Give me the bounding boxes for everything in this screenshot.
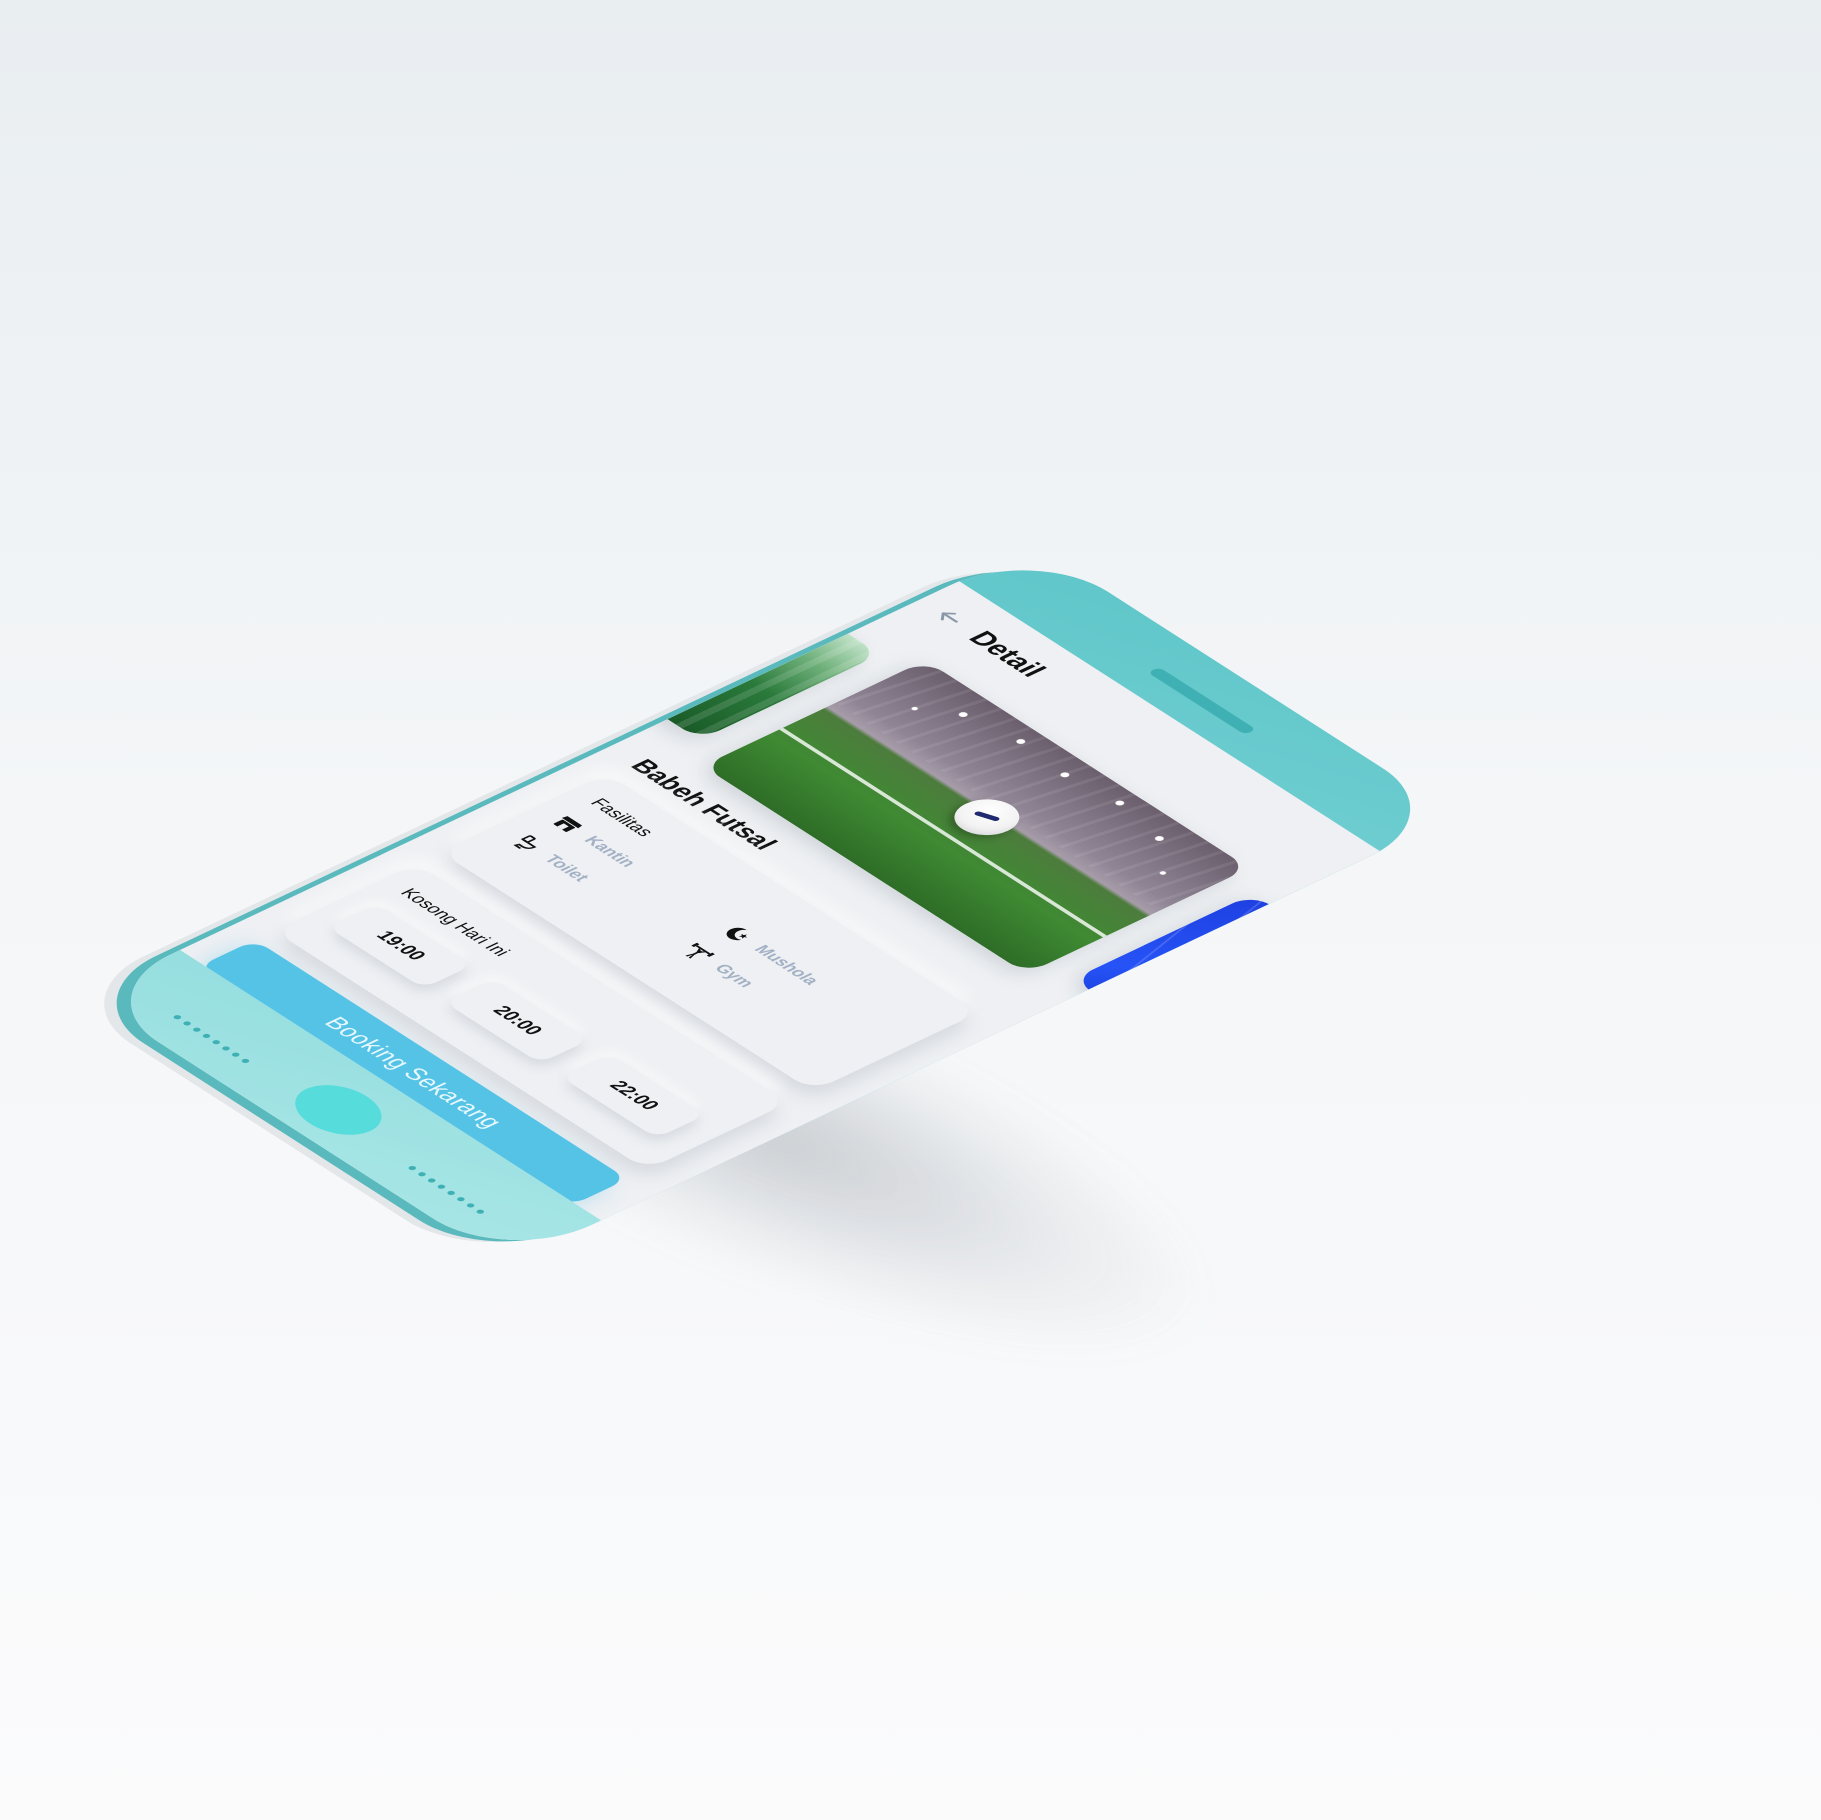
time-slot[interactable]: 20:00 — [444, 978, 590, 1064]
header: Detail — [924, 603, 1053, 681]
facility-label: Gym — [709, 961, 759, 990]
toilet-icon — [513, 835, 537, 849]
facility-label: Toilet — [539, 852, 594, 884]
time-slot[interactable]: 22:00 — [560, 1053, 706, 1139]
speaker-grille-left — [172, 1014, 251, 1064]
arrow-left-icon[interactable] — [926, 605, 972, 630]
speaker-grille-right — [407, 1165, 486, 1215]
home-button[interactable] — [277, 1075, 400, 1145]
page-title: Detail — [961, 627, 1054, 681]
facility-label: Kantin — [579, 833, 641, 870]
store-icon — [553, 816, 583, 832]
stage: Detail Babeh Futsal Fasilitas Kantin Mus… — [0, 0, 1821, 1820]
